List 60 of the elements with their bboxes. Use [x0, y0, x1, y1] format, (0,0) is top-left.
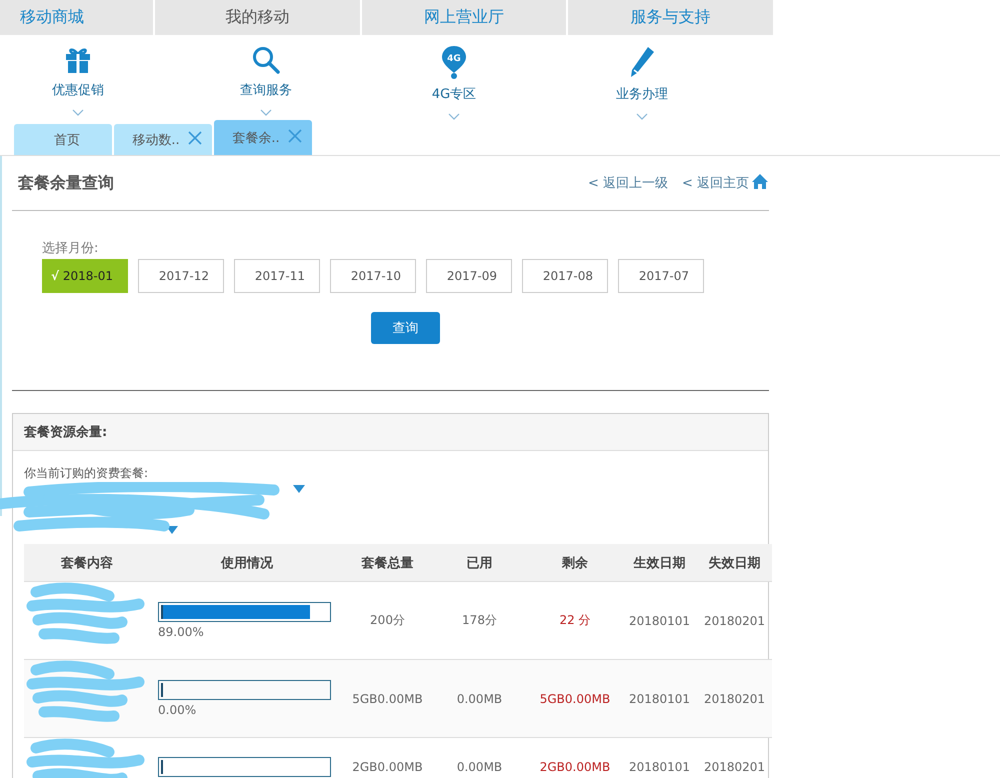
column-header: 已用 [431, 544, 528, 582]
table-cell: 2GB0.00MB [540, 760, 610, 774]
field-label: 选择月份: [42, 240, 100, 257]
quick-nav-link[interactable]: 查询服务 [240, 81, 292, 99]
month-option[interactable]: 2017-09 [426, 259, 512, 293]
nav-link[interactable]: 服务与支持 [566, 0, 774, 35]
month-option[interactable]: 2017-10 [330, 259, 416, 293]
close-icon[interactable] [188, 130, 202, 144]
column-header: 失效日期 [697, 544, 772, 582]
table-cell: 20180101 [628, 614, 690, 628]
chevron-down-icon [448, 113, 460, 120]
home-icon [751, 172, 769, 190]
page-tab[interactable]: 首页 [14, 124, 112, 155]
table-cell: 2GB0.00MB [352, 760, 423, 774]
month-option[interactable]: 2017-11 [234, 259, 320, 293]
back-link[interactable]: < 返回上一级 [588, 174, 668, 192]
page-tab[interactable]: 套餐余.. [214, 120, 312, 155]
column-header: 生效日期 [622, 544, 697, 582]
column-header: 使用情况 [150, 544, 344, 582]
month-option[interactable]: 2017-07 [618, 259, 704, 293]
usage-percent: 0.00% [158, 703, 196, 717]
month-option[interactable]: 2017-12 [138, 259, 224, 293]
table-cell: 20180201 [704, 692, 766, 706]
dropdown-arrow-icon[interactable] [293, 485, 305, 493]
chevron-down-icon [260, 109, 272, 116]
quick-nav-link[interactable]: 4G专区 [432, 85, 476, 103]
page-title: 套餐余量查询 [18, 172, 114, 194]
query-button[interactable]: 查询 [371, 312, 440, 344]
table-cell: 20180201 [704, 760, 766, 774]
table-cell: 178分 [462, 613, 497, 627]
nav-link[interactable]: 我的移动 [153, 0, 360, 35]
section-title: 套餐资源余量: [13, 414, 768, 451]
table-cell: 5GB0.00MB [540, 692, 610, 706]
table-cell: 0.00MB [456, 692, 502, 706]
search-icon [252, 46, 280, 74]
quick-nav-link[interactable]: 业务办理 [616, 85, 668, 103]
month-option[interactable]: 2017-08 [522, 259, 608, 293]
nav-link[interactable]: 网上营业厅 [360, 0, 566, 35]
column-header: 套餐内容 [24, 544, 150, 582]
gift-icon [64, 46, 92, 74]
dropdown-arrow-icon[interactable] [166, 526, 178, 534]
table-cell: 20180101 [628, 760, 690, 774]
nav-link[interactable]: 移动商城 [0, 0, 153, 35]
table-cell: 20180201 [704, 614, 766, 628]
page-tab[interactable]: 移动数.. [114, 124, 212, 155]
table-cell: 200分 [370, 613, 405, 627]
usage-percent: 89.00% [158, 625, 204, 639]
table-cell: 5GB0.00MB [352, 692, 423, 706]
chevron-down-icon [72, 109, 84, 116]
column-header: 剩余 [528, 544, 622, 582]
quick-nav-link[interactable]: 优惠促销 [52, 81, 104, 99]
table-cell: 20180101 [628, 692, 690, 706]
field-label: 你当前订购的资费套餐: [24, 466, 148, 480]
column-header: 套餐总量 [344, 544, 431, 582]
table-cell: 22 分 [559, 613, 591, 627]
pencil-icon [628, 45, 656, 79]
back-link[interactable]: < 返回主页 [682, 172, 769, 194]
chevron-down-icon [636, 113, 648, 120]
month-option[interactable]: √ 2018-01 [42, 259, 128, 293]
table-cell: 0.00MB [456, 760, 502, 774]
